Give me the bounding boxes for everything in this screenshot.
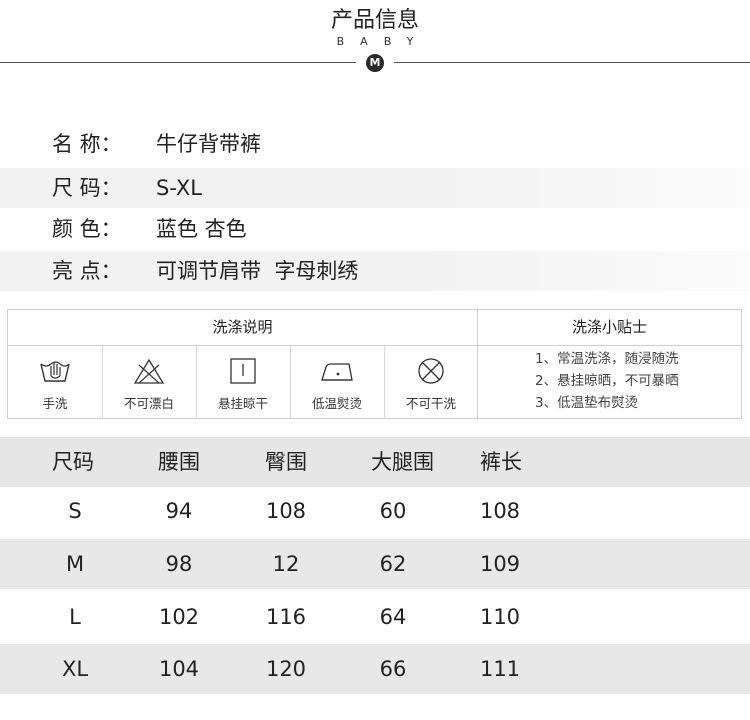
table-cell: 102 xyxy=(158,605,200,629)
table-cell: 98 xyxy=(165,552,193,576)
page-title: 产品信息 xyxy=(330,8,419,33)
care-caption: 低温熨烫 xyxy=(311,396,362,411)
table-cell: M xyxy=(65,552,85,576)
care-tips-list: 1、常温洗涤，随浸随洗 2、悬挂晾晒，不可暴晒 3、低温垫布熨烫 xyxy=(535,348,679,414)
hand-wash-icon xyxy=(40,361,70,382)
care-caption: 不可漂白 xyxy=(123,396,174,411)
table-cell: 94 xyxy=(165,499,193,523)
care-tip: 1、常温洗涤，随浸随洗 xyxy=(535,351,679,367)
info-row-size: 尺 码： S-XL xyxy=(0,168,750,208)
table-row: XL 104 120 66 111 xyxy=(0,644,750,694)
care-left-title: 洗涤说明 xyxy=(212,318,273,336)
header-badge: M xyxy=(366,54,384,72)
care-tip: 3、低温垫布熨烫 xyxy=(535,395,639,411)
low-iron-icon xyxy=(321,363,353,381)
header-cell: 臀围 xyxy=(265,450,307,474)
care-instructions-box: 洗涤说明 洗涤小贴士 手洗 不可漂白 悬挂晾干 低温熨烫 不可干洗 1、常温洗涤… xyxy=(7,309,742,419)
table-cell: 110 xyxy=(479,605,521,629)
info-row-name: 名 称： 牛仔背带裤 xyxy=(0,124,750,164)
info-row-color: 颜 色： 蓝色 杏色 xyxy=(0,209,750,249)
table-cell: 12 xyxy=(272,552,300,576)
care-caption: 悬挂晾干 xyxy=(217,396,268,411)
table-row: M 98 12 62 109 xyxy=(0,539,750,589)
info-label: 颜 色： xyxy=(52,217,122,241)
info-value: 蓝色 杏色 xyxy=(156,217,247,241)
header-divider-left xyxy=(0,62,356,63)
table-cell: 111 xyxy=(479,657,521,681)
header-cell: 大腿围 xyxy=(371,450,434,474)
no-dry-clean-icon xyxy=(418,358,444,384)
size-table-header: 尺码 腰围 臀围 大腿围 裤长 xyxy=(0,437,750,487)
no-bleach-icon xyxy=(133,358,165,384)
care-item-hand-wash: 手洗 xyxy=(8,346,103,418)
table-cell: 120 xyxy=(265,657,307,681)
table-row: L 102 116 64 110 xyxy=(0,592,750,642)
table-cell: 66 xyxy=(379,657,407,681)
info-value: 牛仔背带裤 xyxy=(156,132,261,156)
table-cell: 109 xyxy=(479,552,521,576)
care-caption: 手洗 xyxy=(42,396,68,411)
table-cell: 116 xyxy=(265,605,307,629)
care-item-no-dry-clean: 不可干洗 xyxy=(384,346,478,418)
table-cell: 62 xyxy=(379,552,407,576)
table-cell: XL xyxy=(61,657,89,681)
care-item-hang-dry: 悬挂晾干 xyxy=(196,346,291,418)
table-cell: S xyxy=(68,499,82,523)
table-cell: 64 xyxy=(379,605,407,629)
table-cell: 104 xyxy=(158,657,200,681)
header-cell: 裤长 xyxy=(480,450,522,474)
header-cell: 尺码 xyxy=(52,450,94,474)
table-cell: 108 xyxy=(265,499,307,523)
table-cell: 60 xyxy=(379,499,407,523)
care-right-title: 洗涤小贴士 xyxy=(571,318,647,336)
page-subtitle: BABY xyxy=(336,35,430,48)
care-item-no-bleach: 不可漂白 xyxy=(102,346,197,418)
header-cell: 腰围 xyxy=(158,450,200,474)
info-label: 亮 点： xyxy=(52,259,122,283)
info-label: 名 称： xyxy=(52,132,122,156)
care-item-low-iron: 低温熨烫 xyxy=(290,346,385,418)
table-row: S 94 108 60 108 xyxy=(0,486,750,536)
info-value: S-XL xyxy=(156,176,202,200)
table-cell: 108 xyxy=(479,499,521,523)
care-caption: 不可干洗 xyxy=(405,396,456,411)
table-cell: L xyxy=(69,605,81,629)
care-tip: 2、悬挂晾晒，不可暴晒 xyxy=(535,373,679,389)
info-label: 尺 码： xyxy=(52,176,122,200)
header-divider-right xyxy=(394,62,750,63)
hang-dry-icon xyxy=(230,358,256,384)
info-value: 可调节肩带 字母刺绣 xyxy=(156,259,359,283)
info-row-highlight: 亮 点： 可调节肩带 字母刺绣 xyxy=(0,251,750,291)
